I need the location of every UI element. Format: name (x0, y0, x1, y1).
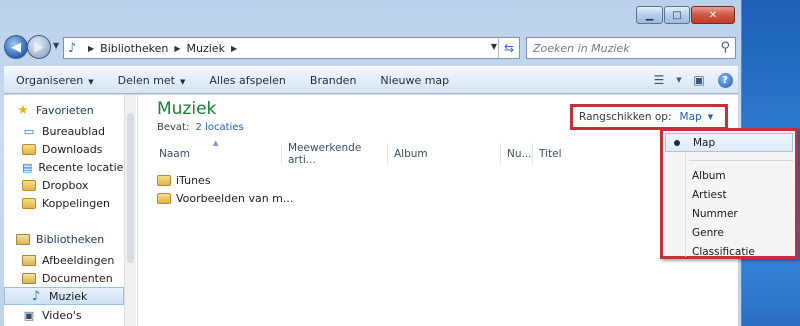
nav-item-music[interactable]: ♪ Muziek (4, 287, 124, 305)
column-header-title[interactable]: Titel (533, 143, 673, 165)
organize-button[interactable]: Organiseren ▼ (4, 74, 106, 87)
chevron-down-icon[interactable]: ▼ (708, 113, 713, 121)
libraries-label: Bibliotheken (36, 233, 105, 246)
favorites-group[interactable]: ★ Favorieten (16, 103, 94, 118)
chevron-right-icon[interactable]: ▶ (174, 44, 180, 53)
folder-icon (157, 192, 171, 204)
downloads-icon (22, 143, 36, 155)
menu-separator (689, 160, 793, 161)
minimize-button[interactable]: ▁ (636, 6, 663, 24)
arrange-by-dropdown[interactable]: Map (680, 111, 702, 123)
menu-item-number[interactable]: Nummer (663, 204, 795, 223)
radio-bullet-icon (674, 140, 680, 146)
chevron-right-icon[interactable]: ▶ (88, 44, 94, 53)
menu-item-folder[interactable]: Map (665, 133, 793, 152)
links-folder-icon (22, 197, 36, 209)
burn-button[interactable]: Branden (298, 74, 369, 87)
menu-item-album[interactable]: Album (663, 166, 795, 185)
column-header-name[interactable]: Naam ▲ (153, 139, 282, 165)
caption-buttons: ▁ □ ✕ (636, 6, 735, 24)
arrange-by-label: Rangschikken op: (579, 111, 672, 123)
command-bar: Organiseren ▼ Delen met ▼ Alles afspelen B… (4, 66, 738, 94)
nav-item-dropbox[interactable]: Dropbox (22, 176, 122, 194)
refresh-icon: ⇆ (503, 41, 515, 55)
column-header-album[interactable]: Album (388, 143, 501, 165)
nav-scrollbar[interactable] (124, 95, 136, 326)
nav-item-recent-places[interactable]: ▤ Recente locaties (22, 158, 129, 176)
search-icon: ⚲ (720, 40, 730, 55)
chevron-down-icon: ▼ (179, 77, 186, 86)
breadcrumb-music[interactable]: Muziek (187, 42, 225, 55)
main-pane: Muziek Bevat: 2 locaties Rangschikken op… (139, 95, 738, 326)
documents-library-icon (22, 272, 36, 284)
share-with-button[interactable]: Delen met ▼ (106, 74, 198, 87)
recent-places-icon: ▤ (22, 160, 33, 174)
chevron-down-icon: ▼ (88, 77, 94, 86)
scrollbar-thumb[interactable] (127, 113, 134, 263)
menu-item-rating[interactable]: Classificatie (663, 242, 795, 261)
navigation-pane: ★ Favorieten ▭ Bureaublad Downloads ▤ Re… (4, 95, 138, 326)
nav-item-documents[interactable]: Documenten (22, 269, 122, 287)
search-input[interactable]: Zoeken in Muziek ⚲ (526, 37, 736, 59)
menu-item-artist[interactable]: Artiest (663, 185, 795, 204)
list-item[interactable]: iTunes (157, 171, 211, 189)
nav-item-desktop[interactable]: ▭ Bureaublad (22, 122, 122, 140)
preview-pane-icon[interactable]: ▣ (686, 73, 712, 87)
nav-item-downloads[interactable]: Downloads (22, 140, 122, 158)
arrange-by-control: Rangschikken op: Map ▼ (570, 104, 728, 130)
music-note-icon: ♪ (31, 288, 41, 304)
nav-item-pictures[interactable]: Afbeeldingen (22, 251, 122, 269)
view-options-icon[interactable]: ☰ (646, 73, 672, 87)
address-row: ◀ ▶ ▼ ♪ ▶ Bibliotheken ▶ Muziek ▶ ▼ ⇆ Zo… (0, 32, 742, 64)
pictures-library-icon (22, 254, 36, 266)
breadcrumb-libraries[interactable]: Bibliotheken (100, 42, 168, 55)
search-placeholder: Zoeken in Muziek (533, 41, 630, 55)
chevron-right-icon[interactable]: ▶ (231, 44, 237, 53)
list-item[interactable]: Voorbeelden van m... (157, 189, 293, 207)
new-folder-button[interactable]: Nieuwe map (368, 74, 461, 87)
menu-item-genre[interactable]: Genre (663, 223, 795, 242)
music-note-icon: ♪ (68, 40, 77, 56)
favorites-label: Favorieten (36, 104, 94, 117)
close-button[interactable]: ✕ (691, 6, 735, 24)
folder-icon (157, 174, 171, 186)
nav-item-links[interactable]: Koppelingen (22, 194, 122, 212)
libraries-group[interactable]: Bibliotheken (16, 233, 104, 246)
refresh-button[interactable]: ⇆ (498, 38, 519, 58)
desktop-icon: ▭ (23, 124, 35, 138)
maximize-button[interactable]: □ (664, 6, 690, 24)
address-history-dropdown[interactable]: ▼ (491, 42, 497, 51)
help-button-wrap: ? (712, 72, 738, 88)
column-header-contributing-artists[interactable]: Meewerkende arti... (282, 142, 388, 166)
forward-button[interactable]: ▶ (27, 35, 51, 59)
page-title: Muziek (157, 99, 217, 119)
arrow-right-icon: ▶ (34, 39, 44, 55)
address-bar[interactable]: ♪ ▶ Bibliotheken ▶ Muziek ▶ ▼ ⇆ (63, 37, 520, 59)
arrange-by-menu: Map Album Artiest Nummer Genre Classific… (660, 128, 798, 259)
content-area: ★ Favorieten ▭ Bureaublad Downloads ▤ Re… (4, 95, 738, 326)
dropbox-folder-icon (22, 179, 36, 191)
library-icon (16, 234, 30, 246)
videos-library-icon: ▣ (23, 308, 35, 322)
chevron-down-icon[interactable]: ▼ (672, 76, 686, 84)
star-icon: ★ (17, 103, 29, 118)
recent-pages-dropdown[interactable]: ▼ (53, 41, 59, 50)
sort-ascending-icon: ▲ (213, 139, 219, 147)
nav-item-videos[interactable]: ▣ Video's (22, 306, 122, 324)
library-info: Bevat: 2 locaties (157, 122, 244, 133)
locations-link[interactable]: 2 locaties (196, 122, 244, 133)
play-all-button[interactable]: Alles afspelen (197, 74, 298, 87)
column-header-number[interactable]: Nu... (501, 143, 533, 165)
help-icon[interactable]: ? (717, 72, 733, 88)
arrow-left-icon: ◀ (11, 39, 21, 55)
column-headers: Naam ▲ Meewerkende arti... Album Nu... T… (153, 139, 673, 166)
back-button[interactable]: ◀ (4, 35, 28, 59)
explorer-window: ▁ □ ✕ ◀ ▶ ▼ ♪ ▶ Bibliotheken ▶ Muziek ▶ … (0, 0, 742, 326)
